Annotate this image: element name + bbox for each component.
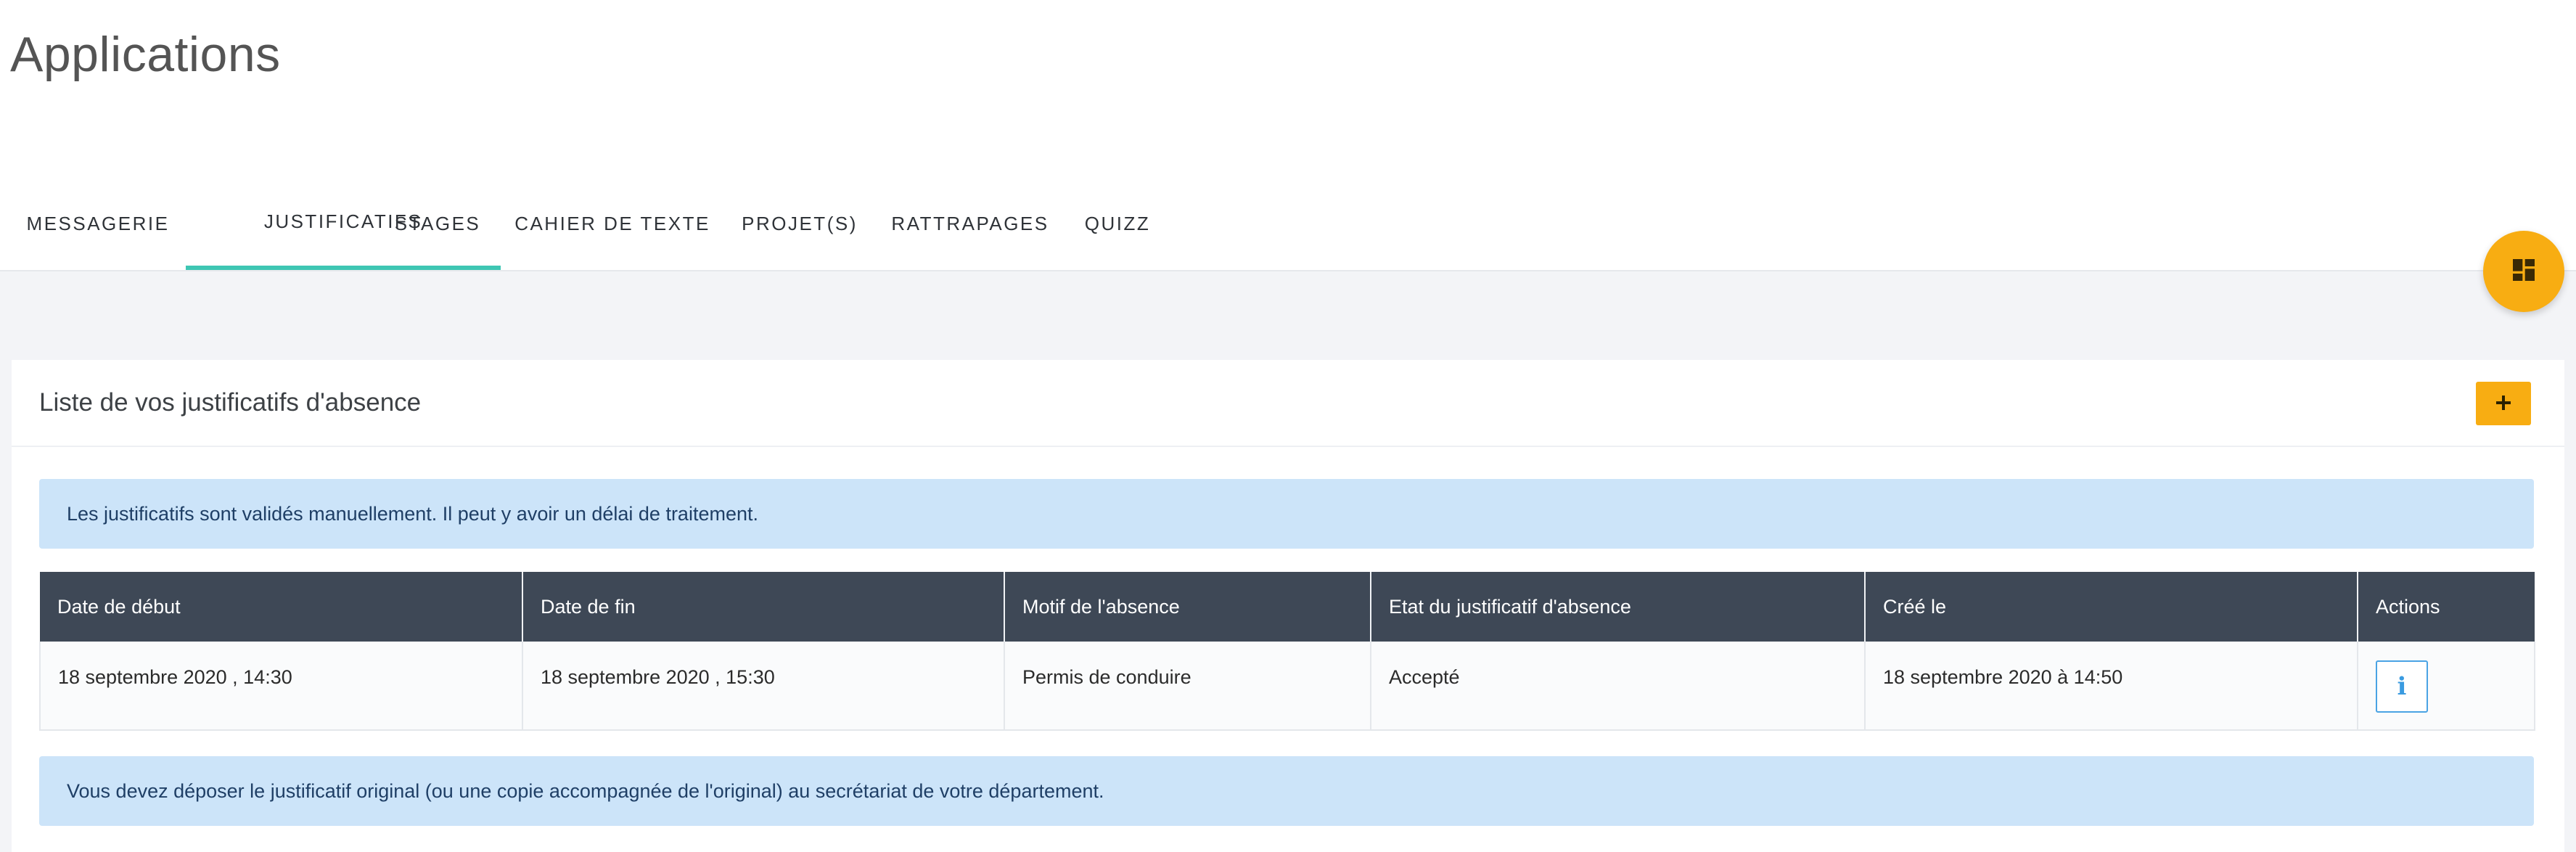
column-header-status[interactable]: Etat du justificatif d'absence [1371, 572, 1866, 642]
plus-icon [2494, 393, 2513, 414]
tab-quizz[interactable]: QUIZZ [1077, 174, 1158, 270]
cell-created: 18 septembre 2020 à 14:50 [1865, 642, 2358, 731]
tab-messagerie[interactable]: MESSAGERIE [16, 174, 180, 270]
column-header-end-date[interactable]: Date de fin [522, 572, 1005, 642]
cell-status: Accepté [1371, 642, 1866, 731]
tab-label: CAHIER DE TEXTE [514, 212, 710, 234]
cell-start-date: 18 septembre 2020 , 14:30 [39, 642, 523, 731]
page-title: Applications [10, 27, 281, 82]
alert-text: Les justificatifs sont validés manuellem… [67, 502, 758, 525]
tab-label: STAGES [394, 212, 481, 234]
info-icon: i [2397, 672, 2407, 701]
tab-bar: MESSAGERIE JUSTIFICATIFS STAGES CAHIER D… [0, 174, 2576, 271]
table-row: 18 septembre 2020 , 14:30 18 septembre 2… [39, 642, 2535, 731]
dashboard-icon [2509, 255, 2538, 288]
column-header-actions: Actions [2358, 572, 2535, 642]
card-header: Liste de vos justificatifs d'absence [12, 360, 2564, 447]
cell-end-date: 18 septembre 2020 , 15:30 [522, 642, 1005, 731]
column-header-start-date[interactable]: Date de début [40, 572, 523, 642]
justifications-table: Date de début Date de fin Motif de l'abs… [39, 572, 2535, 731]
tab-projets[interactable]: PROJET(S) [736, 174, 864, 270]
cell-reason: Permis de conduire [1004, 642, 1371, 731]
tab-label: RATTRAPAGES [891, 212, 1049, 234]
table-header-row: Date de début Date de fin Motif de l'abs… [40, 572, 2535, 642]
tab-label: QUIZZ [1084, 212, 1151, 234]
tab-stages[interactable]: STAGES [383, 174, 492, 270]
absence-justifications-card: Liste de vos justificatifs d'absence Les… [12, 360, 2564, 852]
card-title: Liste de vos justificatifs d'absence [39, 388, 422, 417]
column-header-reason[interactable]: Motif de l'absence [1004, 572, 1371, 642]
dashboard-fab-button[interactable] [2483, 231, 2564, 312]
tab-label: PROJET(S) [742, 212, 858, 234]
validation-info-alert: Les justificatifs sont validés manuellem… [39, 479, 2534, 549]
view-details-button[interactable]: i [2376, 660, 2428, 713]
alert-text: Vous devez déposer le justificatif origi… [67, 779, 1104, 802]
cell-actions: i [2358, 642, 2535, 731]
deposit-original-alert: Vous devez déposer le justificatif origi… [39, 756, 2534, 826]
tab-label: MESSAGERIE [26, 212, 170, 234]
tab-rattrapages[interactable]: RATTRAPAGES [887, 174, 1054, 270]
column-header-created[interactable]: Créé le [1865, 572, 2358, 642]
add-justification-button[interactable] [2476, 382, 2531, 425]
tab-cahier-de-texte[interactable]: CAHIER DE TEXTE [511, 174, 714, 270]
